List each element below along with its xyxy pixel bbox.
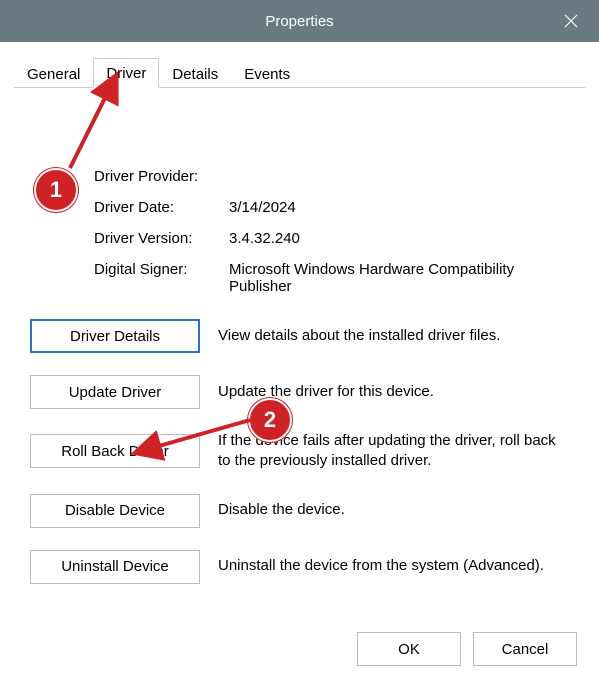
signer-value: Microsoft Windows Hardware Compatibility… — [229, 261, 569, 295]
close-icon — [564, 14, 578, 28]
cancel-button[interactable]: Cancel — [473, 632, 577, 666]
driver-details-button[interactable]: Driver Details — [30, 319, 200, 353]
version-label: Driver Version: — [94, 230, 229, 247]
provider-label: Driver Provider: — [94, 168, 229, 185]
date-value: 3/14/2024 — [229, 199, 569, 216]
ok-button[interactable]: OK — [357, 632, 461, 666]
tab-general[interactable]: General — [14, 59, 93, 88]
disable-device-desc: Disable the device. — [218, 500, 569, 520]
tab-events[interactable]: Events — [231, 59, 303, 88]
dialog-footer: OK Cancel — [357, 632, 577, 666]
signer-label: Digital Signer: — [94, 261, 229, 295]
title-bar: Properties — [0, 0, 599, 42]
uninstall-device-desc: Uninstall the device from the system (Ad… — [218, 556, 569, 576]
close-button[interactable] — [543, 0, 599, 42]
uninstall-device-button[interactable]: Uninstall Device — [30, 550, 200, 584]
tab-details[interactable]: Details — [159, 59, 231, 88]
roll-back-driver-button[interactable]: Roll Back Driver — [30, 434, 200, 468]
annotation-marker-1: 1 — [34, 168, 78, 212]
update-driver-button[interactable]: Update Driver — [30, 375, 200, 409]
disable-device-button[interactable]: Disable Device — [30, 494, 200, 528]
driver-panel: Driver Provider: Driver Date: 3/14/2024 … — [14, 88, 585, 602]
annotation-marker-2: 2 — [248, 398, 292, 442]
driver-details-desc: View details about the installed driver … — [218, 326, 569, 346]
tab-driver[interactable]: Driver — [93, 58, 159, 88]
date-label: Driver Date: — [94, 199, 229, 216]
tab-row: General Driver Details Events — [14, 56, 585, 88]
window-title: Properties — [265, 13, 333, 30]
provider-value — [229, 168, 569, 185]
version-value: 3.4.32.240 — [229, 230, 569, 247]
